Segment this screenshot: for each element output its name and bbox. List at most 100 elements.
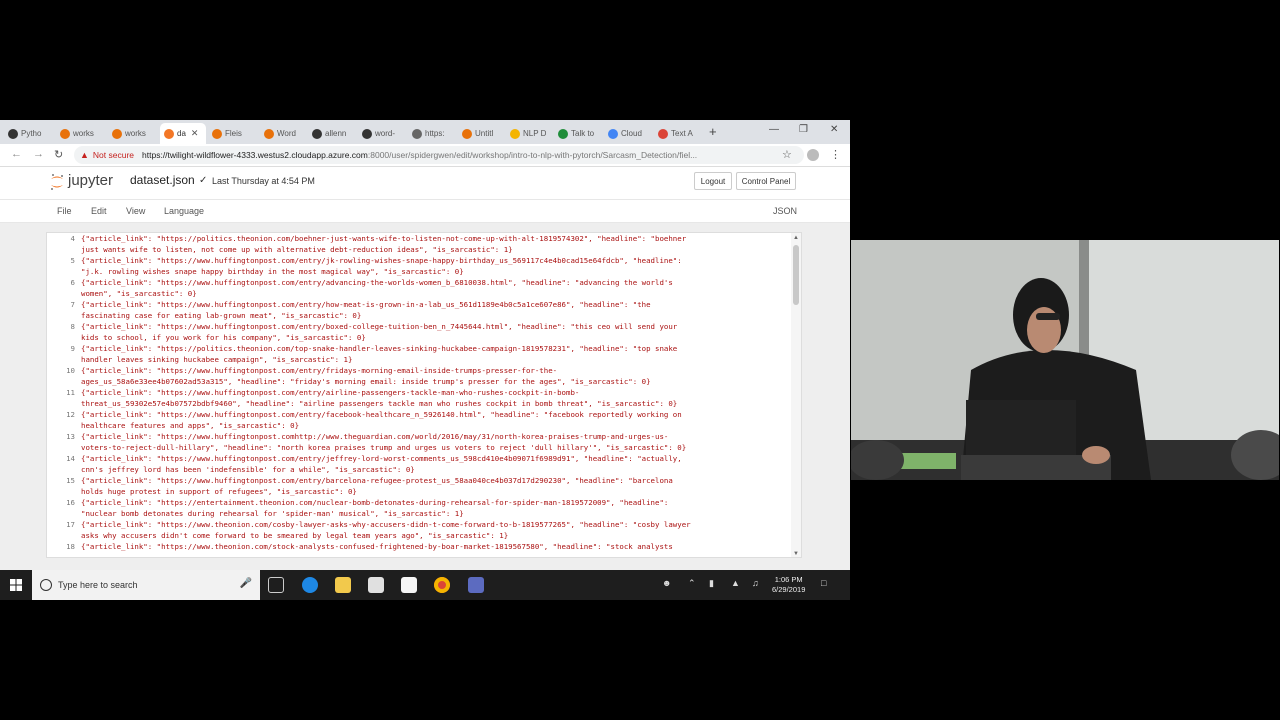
line-number: [47, 420, 81, 431]
code-line: 15 {"article_link": "https://www.huffingt…: [47, 475, 792, 486]
network-icon[interactable]: ▲: [731, 578, 740, 588]
browser-tab[interactable]: https:: [408, 123, 458, 144]
line-text: {"article_link": "https://www.huffington…: [81, 410, 682, 419]
menu-edit[interactable]: Edit: [91, 206, 107, 216]
browser-tab[interactable]: Word: [260, 123, 308, 144]
jupyter-logo-icon[interactable]: [50, 173, 64, 191]
line-text: "nuclear bomb detonates during rehearsal…: [81, 509, 464, 518]
code-line: 12 {"article_link": "https://www.huffingt…: [47, 409, 792, 420]
file-explorer-icon[interactable]: [335, 577, 351, 593]
bookmark-star-icon[interactable]: ☆: [782, 148, 792, 161]
volume-icon[interactable]: ♫: [752, 578, 759, 588]
line-number: 15: [66, 476, 75, 485]
code-line: 4 {"article_link": "https://politics.theo…: [47, 233, 792, 244]
scroll-up-icon[interactable]: ▲: [793, 235, 799, 241]
teams-icon[interactable]: [468, 577, 484, 593]
taskbar-search-input[interactable]: Type here to search 🎤: [32, 570, 260, 600]
line-text: {"article_link": "https://www.huffington…: [81, 278, 673, 287]
menu-view[interactable]: View: [126, 206, 145, 216]
editor-scrollbar[interactable]: ▲ ▼: [791, 233, 801, 557]
tab-favicon-icon: [510, 128, 520, 139]
line-text: voters-to-reject-dull-hillary", "headlin…: [81, 443, 687, 452]
code-line: 11 {"article_link": "https://www.huffingt…: [47, 387, 792, 398]
line-text: {"article_link": "https://www.theonion.c…: [81, 520, 691, 529]
line-number: [47, 508, 81, 519]
browser-tab[interactable]: Untitl: [458, 123, 506, 144]
tab-label: da: [177, 129, 186, 138]
reload-icon[interactable]: ↻: [54, 148, 63, 161]
code-line: 5 {"article_link": "https://www.huffingto…: [47, 255, 792, 266]
store-icon[interactable]: [368, 577, 384, 593]
search-icon: [40, 579, 52, 591]
windows-taskbar: Type here to search 🎤 ☻ ⌃ ▮ ▲ ♫ 1:06 PM …: [0, 570, 850, 600]
line-number: [47, 244, 81, 255]
browser-tab[interactable]: da ✕: [160, 123, 206, 144]
line-text: cnn's jeffrey lord has been 'indefensibl…: [81, 465, 415, 474]
browser-menu-icon[interactable]: ⋮: [830, 148, 841, 161]
close-window-icon[interactable]: ✕: [830, 124, 838, 135]
battery-icon[interactable]: ▮: [709, 578, 714, 589]
warning-icon: ▲: [80, 150, 89, 160]
file-name[interactable]: dataset.json: [130, 173, 195, 187]
back-icon[interactable]: ←: [11, 148, 22, 160]
mail-icon[interactable]: [401, 577, 417, 593]
browser-tab[interactable]: Pytho: [4, 123, 52, 144]
tray-expand-icon[interactable]: ⌃: [688, 578, 696, 589]
line-number: 8: [70, 322, 75, 331]
code-line: 6 {"article_link": "https://www.huffingto…: [47, 277, 792, 288]
line-text: {"article_link": "https://www.huffington…: [81, 454, 682, 463]
browser-tab[interactable]: Cloud: [604, 123, 654, 144]
line-number: 17: [66, 520, 75, 529]
taskbar-clock[interactable]: 1:06 PM 6/29/2019: [772, 575, 805, 595]
line-number: [47, 376, 81, 387]
menu-language[interactable]: Language: [164, 206, 204, 216]
tab-favicon-icon: [412, 128, 422, 139]
code-line: asks why accusers didn't come forward to…: [47, 530, 792, 541]
restore-icon[interactable]: ❐: [799, 124, 808, 135]
clock-date: 6/29/2019: [772, 585, 806, 594]
line-number: 9: [70, 344, 75, 353]
microphone-icon[interactable]: 🎤: [240, 578, 252, 589]
windows-start-icon[interactable]: [10, 579, 22, 591]
new-tab-button[interactable]: +: [709, 124, 717, 139]
tab-label: https:: [425, 129, 445, 138]
minimize-icon[interactable]: —: [769, 124, 779, 135]
browser-tab[interactable]: works: [108, 123, 156, 144]
code-line: healthcare features and apps", "is_sarca…: [47, 420, 792, 431]
screen-share: Pytho works works da ✕ Fleis Word allenn word-ht…: [0, 120, 850, 600]
close-tab-icon[interactable]: ✕: [191, 128, 199, 139]
profile-avatar[interactable]: [807, 149, 819, 161]
logout-button[interactable]: Logout: [694, 172, 732, 190]
browser-tab[interactable]: Text A: [654, 123, 702, 144]
menu-file[interactable]: File: [57, 206, 72, 216]
tab-favicon-icon: [312, 128, 322, 139]
tab-favicon-icon: [264, 128, 274, 139]
tab-label: works: [125, 129, 146, 138]
task-view-icon[interactable]: [268, 577, 284, 593]
chrome-icon[interactable]: [434, 577, 450, 593]
tab-label: Text A: [671, 129, 693, 138]
browser-tab[interactable]: Fleis: [208, 123, 260, 144]
scroll-thumb[interactable]: [793, 245, 799, 305]
notification-icon[interactable]: □: [821, 578, 826, 588]
line-text: {"article_link": "https://www.huffington…: [81, 432, 669, 441]
browser-tab[interactable]: NLP D: [506, 123, 554, 144]
text-editor[interactable]: 4 {"article_link": "https://politics.theo…: [46, 232, 802, 558]
forward-icon[interactable]: →: [33, 148, 44, 160]
people-icon[interactable]: ☻: [662, 578, 671, 588]
browser-tab[interactable]: word-: [358, 123, 408, 144]
browser-tab[interactable]: works: [56, 123, 106, 144]
edge-icon[interactable]: [302, 577, 318, 593]
code-line: cnn's jeffrey lord has been 'indefensibl…: [47, 464, 792, 475]
checkmark-icon: ✓: [199, 175, 208, 186]
browser-tab[interactable]: allenn: [308, 123, 358, 144]
tab-label: works: [73, 129, 94, 138]
scroll-down-icon[interactable]: ▼: [793, 551, 799, 557]
line-number: 6: [70, 278, 75, 287]
url-input[interactable]: ▲ Not secure https://twilight-wildflower…: [74, 146, 804, 164]
control-panel-button[interactable]: Control Panel: [736, 172, 796, 190]
line-number: [47, 530, 81, 541]
browser-tab[interactable]: Talk to: [554, 123, 602, 144]
line-number: [47, 486, 81, 497]
tab-label: Fleis: [225, 129, 242, 138]
